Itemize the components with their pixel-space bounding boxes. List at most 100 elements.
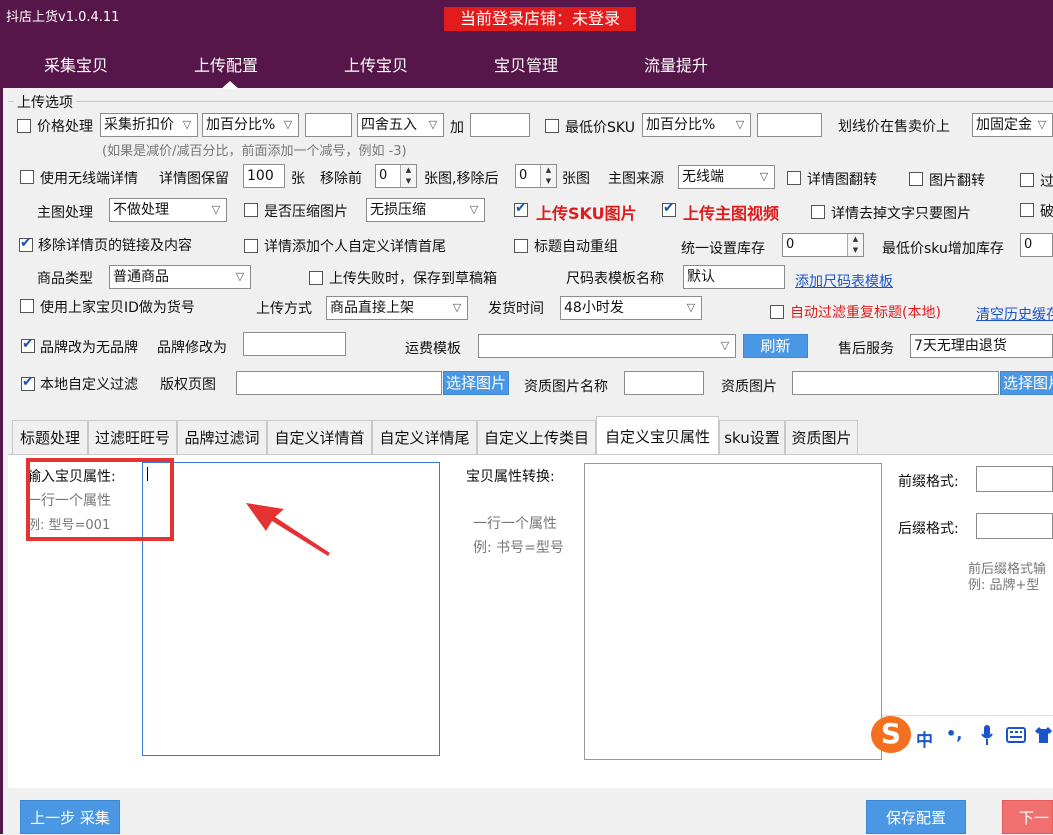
- nav-tab-collect[interactable]: 采集宝贝: [44, 52, 108, 76]
- no-brand-label: 品牌改为无品牌: [40, 340, 138, 356]
- price-mode-select[interactable]: 加百分比% ▽: [202, 113, 299, 137]
- spin-arrows-icon[interactable]: ▲ ▼: [847, 234, 863, 256]
- subtab-sku-settings[interactable]: sku设置: [719, 420, 785, 454]
- remove-unit: 张图: [562, 171, 590, 187]
- remove-links-checkbox[interactable]: [19, 235, 33, 252]
- annotation-arrow-icon: [246, 503, 330, 556]
- nav-tab-upload-config[interactable]: 上传配置: [194, 52, 258, 76]
- title-regroup-label: 标题自动重组: [534, 239, 618, 255]
- local-filter-checkbox[interactable]: [21, 374, 35, 391]
- freight-label: 运费模板: [405, 341, 461, 357]
- sogou-logo-icon[interactable]: S: [871, 716, 911, 753]
- price-value-input[interactable]: [305, 113, 352, 137]
- subtab-qualification-images[interactable]: 资质图片: [785, 420, 858, 454]
- image-flip-checkbox[interactable]: [909, 172, 923, 186]
- min-sku-value-input[interactable]: [757, 113, 822, 137]
- min-sku-stock-spinner[interactable]: 0: [1020, 233, 1053, 257]
- stock-spinner[interactable]: 0 ▲ ▼: [782, 233, 864, 257]
- wireless-detail-checkbox[interactable]: [20, 170, 34, 184]
- upload-video-checkbox[interactable]: [662, 200, 676, 217]
- chevron-down-icon: ▽: [1037, 118, 1047, 131]
- prefix-input[interactable]: [976, 466, 1053, 492]
- remove-front-label: 移除前: [320, 171, 362, 187]
- remove-after-spinner[interactable]: 0 ▲ ▼: [515, 164, 557, 188]
- subtab-brand-filter[interactable]: 品牌过滤词: [177, 420, 267, 454]
- ime-toolbar[interactable]: S 中 •,: [871, 715, 1053, 754]
- qual-image-input[interactable]: [792, 371, 999, 395]
- chevron-down-icon: ▽: [452, 301, 462, 314]
- cut2-checkbox[interactable]: [1020, 203, 1034, 217]
- skin-shirt-icon[interactable]: [1034, 726, 1053, 744]
- strike-mode-select[interactable]: 加固定金 ▽: [972, 113, 1053, 137]
- compress-checkbox[interactable]: [244, 203, 258, 217]
- next-step-button[interactable]: 下一步: [1002, 800, 1053, 834]
- subtab-custom-category[interactable]: 自定义上传类目: [477, 420, 596, 454]
- detail-flip-checkbox[interactable]: [787, 171, 801, 185]
- price-source-select[interactable]: 采集折扣价 ▽: [100, 113, 198, 137]
- prev-step-button[interactable]: 上一步 采集: [20, 800, 120, 834]
- image-flip-label: 图片翻转: [929, 173, 985, 189]
- size-template-input[interactable]: 默认: [683, 265, 785, 289]
- spin-arrows-icon[interactable]: ▲ ▼: [540, 165, 556, 187]
- rounding-select[interactable]: 四舍五入 ▽: [357, 113, 444, 137]
- qual-name-input[interactable]: [624, 371, 704, 395]
- convert-attributes-textarea[interactable]: [584, 463, 882, 760]
- price-process-checkbox[interactable]: [17, 119, 31, 133]
- auto-filter-checkbox[interactable]: [770, 305, 784, 319]
- save-config-button[interactable]: 保存配置: [866, 800, 966, 834]
- copyright-input[interactable]: [236, 371, 442, 395]
- subtab-title-process[interactable]: 标题处理: [12, 420, 88, 454]
- add-size-template-link[interactable]: 添加尺码表模板: [795, 271, 893, 291]
- qual-name-label: 资质图片名称: [524, 379, 608, 395]
- remove-front-spinner[interactable]: 0 ▲ ▼: [375, 164, 417, 188]
- custom-detail-checkbox[interactable]: [244, 239, 258, 253]
- add-value-input[interactable]: [470, 113, 530, 137]
- brand-change-label: 品牌修改为: [157, 340, 227, 356]
- subtab-custom-detail-tail[interactable]: 自定义详情尾: [372, 420, 477, 454]
- compress-value: 无损压缩: [370, 202, 426, 218]
- qual-image-label: 资质图片: [721, 379, 777, 395]
- ship-time-select[interactable]: 48小时发 ▽: [560, 296, 702, 320]
- ime-chinese-mode[interactable]: 中: [916, 726, 933, 751]
- main-process-select[interactable]: 不做处理 ▽: [109, 198, 227, 222]
- highlight-annotation-box: [26, 458, 174, 541]
- keyboard-icon[interactable]: [1006, 727, 1026, 743]
- no-brand-checkbox[interactable]: [21, 336, 35, 353]
- microphone-icon[interactable]: [980, 724, 994, 746]
- subtab-custom-attributes[interactable]: 自定义宝贝属性: [596, 416, 719, 455]
- freight-select[interactable]: ▽: [478, 334, 736, 358]
- clear-history-link[interactable]: 清空历史缓存: [976, 304, 1053, 324]
- main-source-select[interactable]: 无线端 ▽: [678, 165, 775, 189]
- subtab-filter-wangwang[interactable]: 过滤旺旺号: [88, 420, 177, 454]
- cut-option-checkbox[interactable]: [1020, 173, 1034, 187]
- nav-tab-item-manage[interactable]: 宝贝管理: [494, 52, 558, 76]
- subtab-custom-detail-head[interactable]: 自定义详情首: [267, 420, 372, 454]
- choose-image-button-2[interactable]: 选择图片: [1000, 371, 1053, 395]
- chevron-down-icon: ▽: [235, 270, 245, 283]
- convert-attr-label: 宝贝属性转换:: [466, 469, 555, 485]
- detail-keep-input[interactable]: 100: [243, 164, 285, 188]
- choose-image-button[interactable]: 选择图片: [443, 371, 509, 395]
- detail-text-checkbox[interactable]: [811, 205, 825, 219]
- window-left-border: [0, 88, 3, 834]
- use-id-checkbox[interactable]: [20, 299, 34, 313]
- upload-method-select[interactable]: 商品直接上架 ▽: [326, 296, 468, 320]
- rounding-value: 四舍五入: [361, 117, 417, 133]
- upload-sku-checkbox[interactable]: [514, 200, 528, 217]
- save-draft-checkbox[interactable]: [309, 271, 323, 285]
- spin-arrows-icon[interactable]: ▲ ▼: [400, 165, 416, 187]
- ime-punctuation[interactable]: •,: [946, 724, 962, 743]
- detail-text-label: 详情去掉文字只要图片: [831, 206, 971, 222]
- product-type-select[interactable]: 普通商品 ▽: [109, 265, 251, 289]
- compress-select[interactable]: 无损压缩 ▽: [366, 198, 485, 222]
- nav-tab-upload-items[interactable]: 上传宝贝: [344, 52, 408, 76]
- brand-change-input[interactable]: [243, 332, 346, 356]
- min-sku-mode-select[interactable]: 加百分比% ▽: [642, 113, 751, 137]
- suffix-input[interactable]: [976, 513, 1053, 539]
- title-regroup-checkbox[interactable]: [514, 239, 528, 253]
- after-sale-select[interactable]: 7天无理由退货: [910, 334, 1053, 358]
- refresh-button[interactable]: 刷新: [743, 334, 808, 358]
- nav-tab-traffic[interactable]: 流量提升: [644, 52, 708, 76]
- min-sku-checkbox[interactable]: [545, 119, 559, 133]
- product-type-label: 商品类型: [37, 271, 93, 287]
